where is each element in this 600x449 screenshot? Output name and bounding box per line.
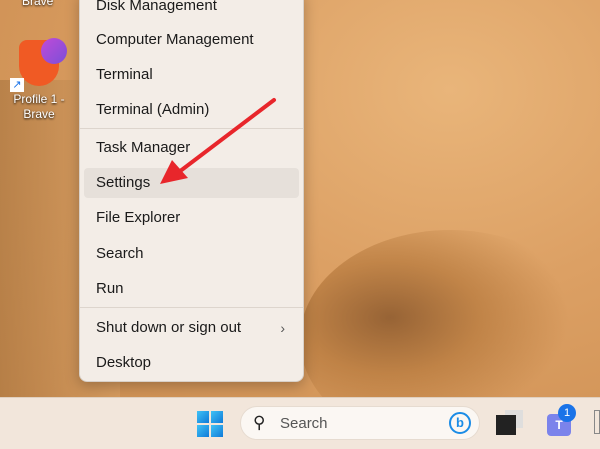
taskbar: ⚲ Search b T 1 <box>0 397 600 449</box>
taskbar-search-box[interactable]: ⚲ Search b <box>240 406 480 440</box>
notification-badge: 1 <box>558 404 576 422</box>
search-placeholder: Search <box>280 415 328 432</box>
annotation-arrow-icon <box>160 98 276 184</box>
search-icon: ⚲ <box>253 413 266 432</box>
task-view-icon[interactable] <box>496 415 516 435</box>
bing-icon[interactable]: b <box>449 412 471 434</box>
taskbar-app-icon-partial[interactable] <box>594 410 600 434</box>
windows-start-icon[interactable] <box>197 411 223 437</box>
